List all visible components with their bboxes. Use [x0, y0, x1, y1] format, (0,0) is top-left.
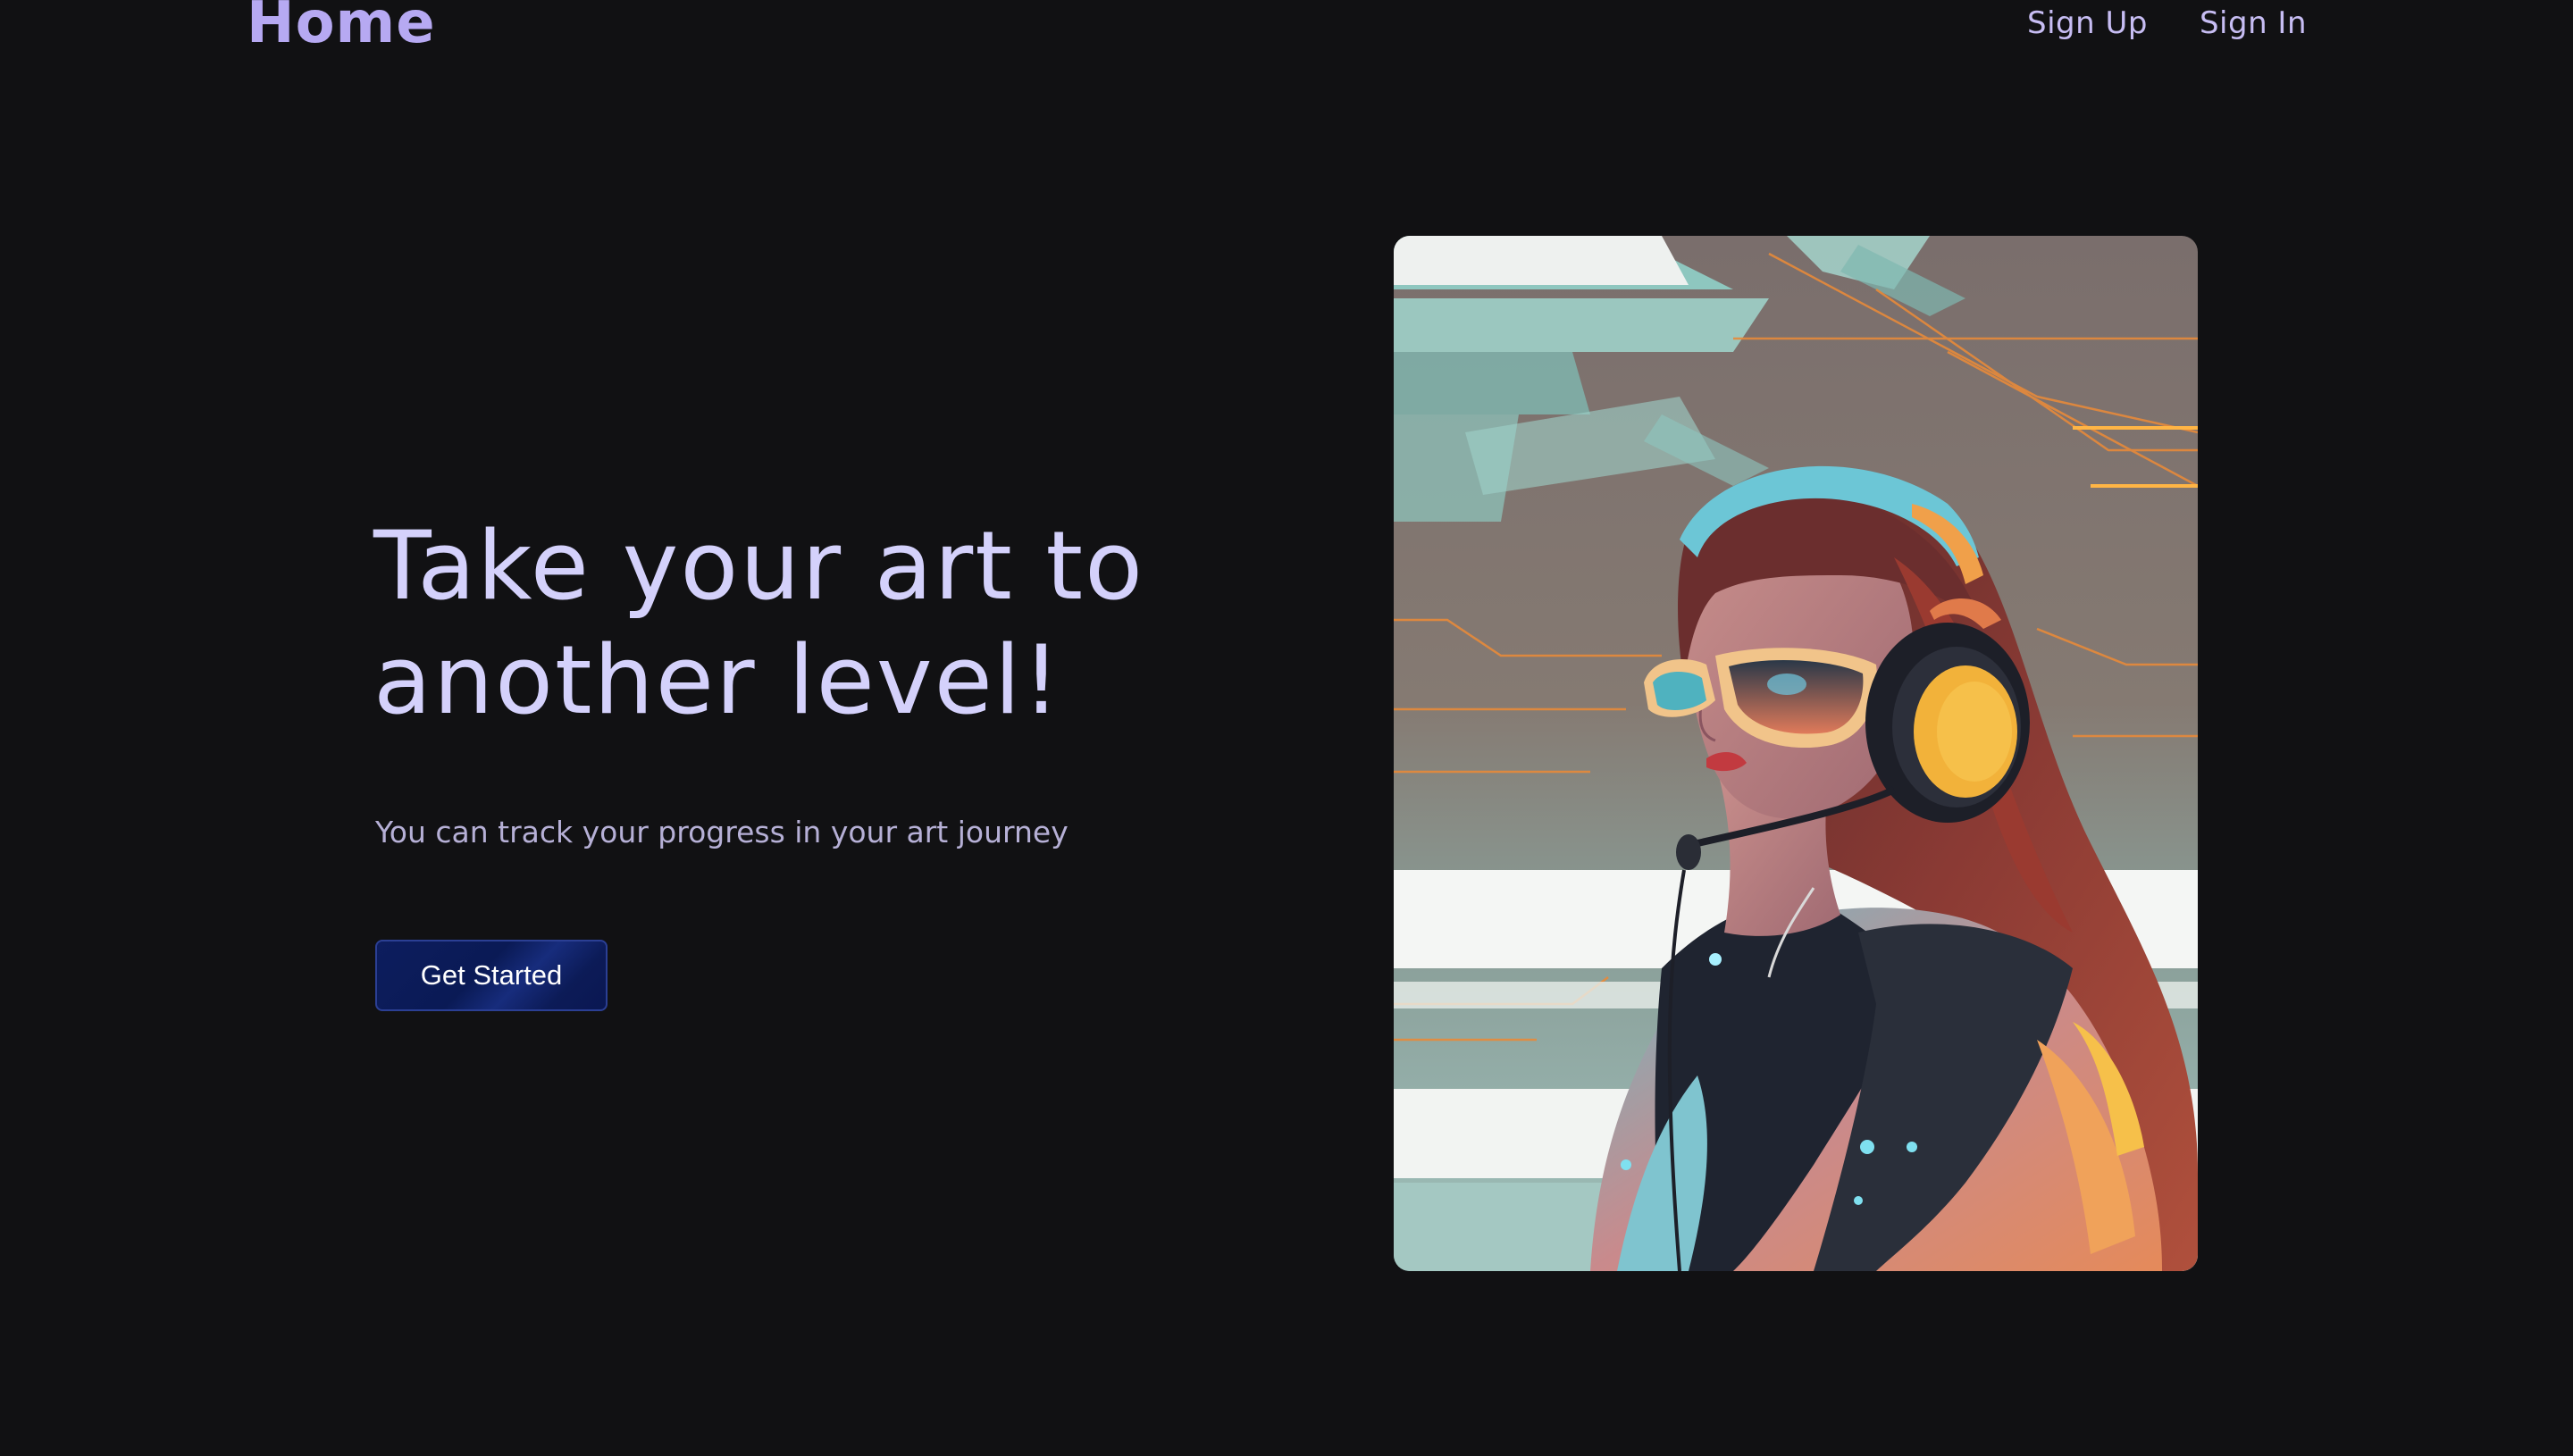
- sign-up-link[interactable]: Sign Up: [2027, 0, 2148, 46]
- get-started-button[interactable]: Get Started: [375, 940, 608, 1011]
- hero-subtitle: You can track your progress in your art …: [375, 815, 1069, 849]
- top-nav: Sign Up Sign In: [2027, 0, 2307, 46]
- hero-illustration: [1394, 236, 2198, 1271]
- sign-in-link[interactable]: Sign In: [2200, 0, 2307, 46]
- cyberpunk-girl-headphones-illustration: [1394, 236, 2198, 1271]
- logo-home[interactable]: Home: [247, 0, 436, 57]
- hero-title: Take your art to another level!: [373, 511, 1144, 735]
